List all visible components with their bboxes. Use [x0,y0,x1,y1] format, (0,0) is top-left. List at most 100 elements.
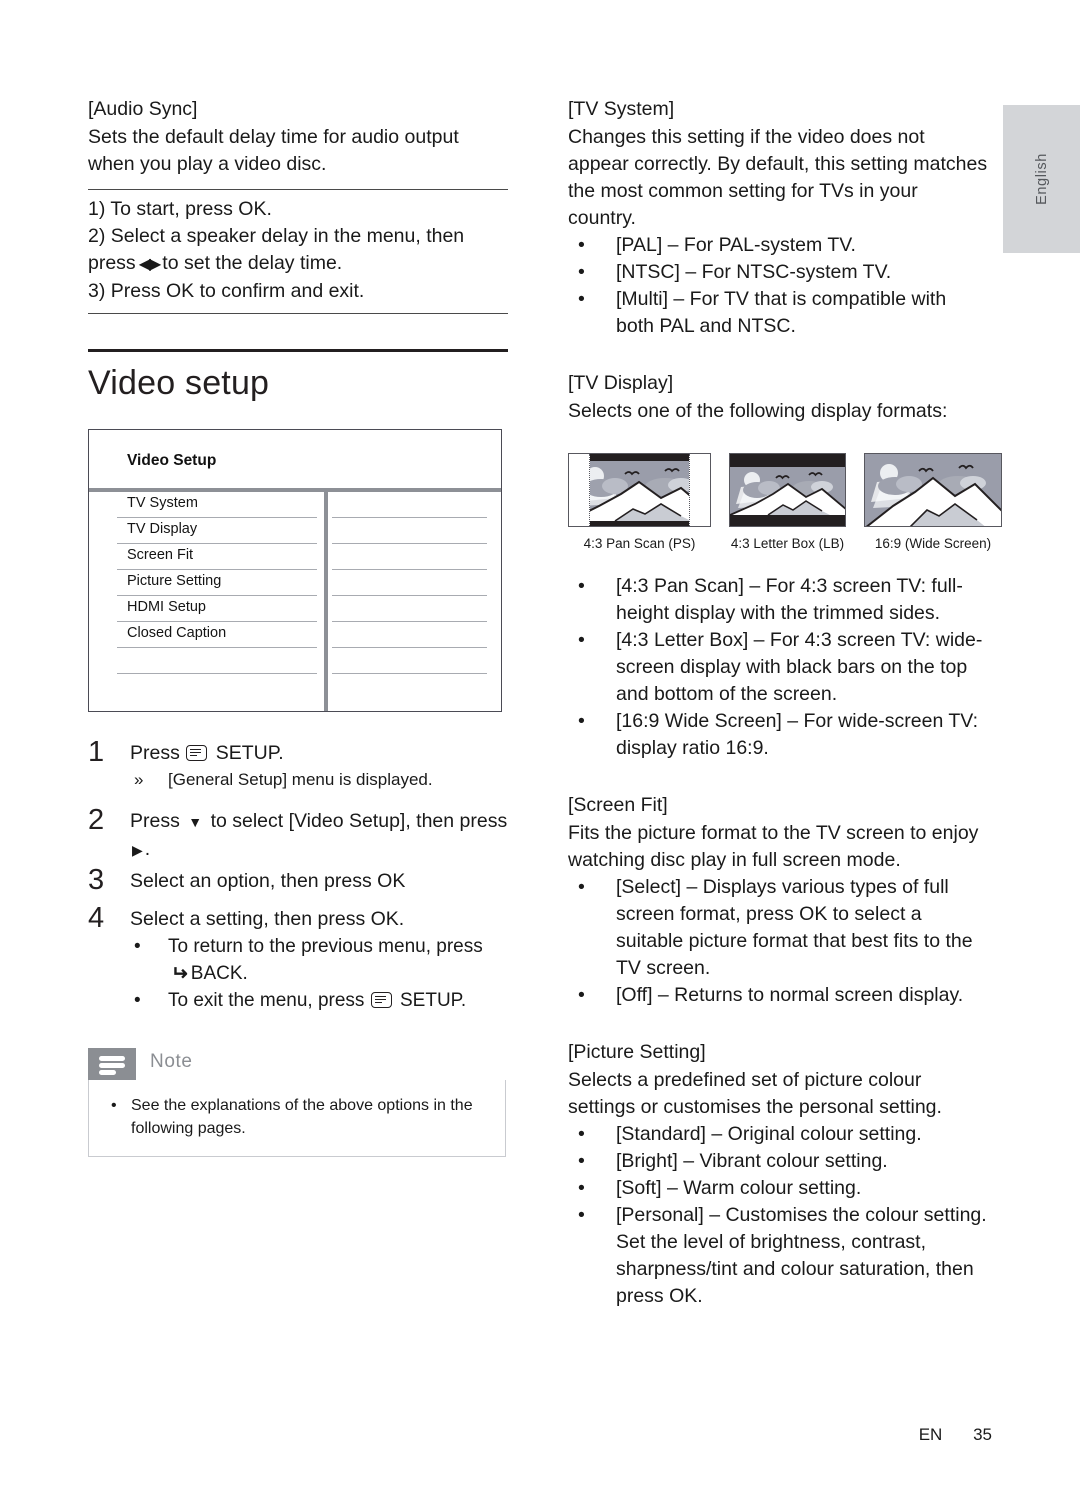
screen-fit-heading: [Screen Fit] [568,794,668,816]
step-substep: • To return to the previous menu, press … [130,933,508,987]
tv-display-figures: 4:3 Pan Scan (PS) 4:3 Letter Box (LB) 16… [568,453,1002,551]
list-item-text: [16:9 Wide Screen] – For wide-screen TV:… [616,710,978,759]
list-item-text: [Off] – Returns to normal screen display… [616,984,964,1006]
procedure-step-1: 1) To start, press OK. [88,198,272,220]
divider-below-procedure [88,313,508,314]
right-column: [TV System] Changes this setting if the … [568,96,1002,1310]
tv-system-bullets: • [PAL] – For PAL-system TV. • [NTSC] – Fo… [568,232,988,340]
trimmed-side-left [569,454,590,526]
step-3: 3 Select an option, then press OK [88,864,508,902]
step-text: Select an option, then press OK [130,870,406,892]
pan-scan-screen-illustration [568,453,711,527]
picture-setting-section: [Picture Setting] Selects a predefined s… [568,1039,988,1310]
figure-caption: 4:3 Letter Box (LB) [730,536,845,551]
list-item-text: [4:3 Pan Scan] – For 4:3 screen TV: full… [616,575,963,624]
bullet-marker: • [578,629,585,651]
tv-system-body: Changes this setting if the video does n… [568,126,988,229]
note-box: Note • See the explanations of the above… [88,1048,506,1157]
bullet-marker: • [578,984,585,1006]
note-body: • See the explanations of the above opti… [88,1080,506,1157]
list-item-text: [Personal] – Customises the colour setti… [616,1204,987,1307]
list-item: • [NTSC] – For NTSC-system TV. [568,259,988,286]
list-item: • [Select] – Displays various types of fu… [568,874,988,982]
back-icon: ↵ [171,963,188,985]
figure-pan-scan: 4:3 Pan Scan (PS) [568,453,711,551]
figure-letter-box: 4:3 Letter Box (LB) [729,453,846,551]
left-column: [Audio Sync] Sets the default delay time… [88,96,508,1157]
tv-display-section: [TV Display] Selects one of the followin… [568,370,1002,762]
bullet-marker: • [578,876,585,898]
tv-display-heading: [TV Display] [568,372,674,394]
bullet-marker: • [111,1097,117,1114]
menu-row-label: Screen Fit [127,547,194,563]
step-number: 2 [88,804,105,836]
table-row[interactable]: HDMI Setup [89,596,501,622]
list-item-text: [4:3 Letter Box] – For 4:3 screen TV: wi… [616,629,983,705]
letter-box-screen-illustration [729,453,846,527]
list-item: • [Off] – Returns to normal screen displa… [568,982,988,1009]
substep-text: To exit the menu, press SETUP. [168,990,467,1011]
audio-sync-body: Sets the default delay time for audio ou… [88,126,459,175]
list-item-text: [Standard] – Original colour setting. [616,1123,922,1145]
list-item: • [PAL] – For PAL-system TV. [568,232,988,259]
setup-icon [186,745,208,761]
table-row[interactable]: Screen Fit [89,544,501,570]
list-item: • [4:3 Pan Scan] – For 4:3 screen TV: ful… [568,573,988,627]
picture-setting-body: Selects a predefined set of picture colo… [568,1069,942,1118]
bullet-marker: • [578,1150,585,1172]
tv-display-body: Selects one of the following display for… [568,400,948,422]
language-tab: English [1003,105,1080,253]
bullet-marker: • [578,1177,585,1199]
table-row-empty[interactable] [89,648,501,674]
table-row[interactable]: TV System [89,492,501,518]
divider-above-procedure [88,189,508,190]
audio-sync-procedure: 1) To start, press OK. 2) Select a speak… [88,196,508,305]
tv-system-heading: [TV System] [568,98,675,120]
picture-setting-heading: [Picture Setting] [568,1041,706,1063]
step-substep: • To exit the menu, press SETUP. [130,987,508,1014]
left-right-arrows-icon: ◀▶ [138,256,162,273]
bullet-marker: • [578,234,585,256]
document-page: English [Audio Sync] Sets the default de… [0,0,1080,1509]
list-item: • [Multi] – For TV that is compatible wit… [568,286,988,340]
bullet-marker: • [578,575,585,597]
step-text: Press ▼ to select [Video Setup], then pr… [130,810,508,860]
landscape-svg [730,454,845,526]
step-text: Select a setting, then press OK. [130,908,405,930]
step-1: 1 Press SETUP. » [General Setup] menu is… [88,736,508,792]
trimmed-side-right [689,454,710,526]
menu-row-label: TV System [127,495,198,511]
figure-caption: 4:3 Pan Scan (PS) [583,536,696,551]
footer-language-code: EN [918,1425,943,1444]
table-row[interactable]: Closed Caption [89,622,501,648]
step-text: Press SETUP. [130,742,284,764]
menu-row-label: HDMI Setup [127,599,206,615]
numbered-steps: 1 Press SETUP. » [General Setup] menu is… [88,736,508,1014]
list-item: • [Personal] – Customises the colour sett… [568,1202,988,1310]
substep-marker: • [134,936,141,957]
language-tab-label: English [1033,153,1050,205]
wide-screen-illustration [864,453,1002,527]
table-row[interactable]: Picture Setting [89,570,501,596]
picture-setting-bullets: • [Standard] – Original colour setting. •… [568,1121,988,1310]
landscape-scene [730,454,845,526]
video-setup-menu-table: Video Setup TV System TV Display Screen … [88,429,502,712]
list-item-text: [NTSC] – For NTSC-system TV. [616,261,892,283]
menu-row-label: Picture Setting [127,573,222,589]
tv-system-section: [TV System] Changes this setting if the … [568,96,988,340]
table-row[interactable]: TV Display [89,518,501,544]
bullet-marker: • [578,1123,585,1145]
menu-row-label: TV Display [127,521,198,537]
setup-icon [370,992,392,1008]
menu-table-title: Video Setup [127,452,217,469]
step-substep: » [General Setup] menu is displayed. [130,767,508,792]
figure-caption: 16:9 (Wide Screen) [874,536,992,551]
substep-marker: • [134,990,141,1011]
table-row-empty[interactable] [89,674,501,700]
bullet-marker: • [578,288,585,310]
